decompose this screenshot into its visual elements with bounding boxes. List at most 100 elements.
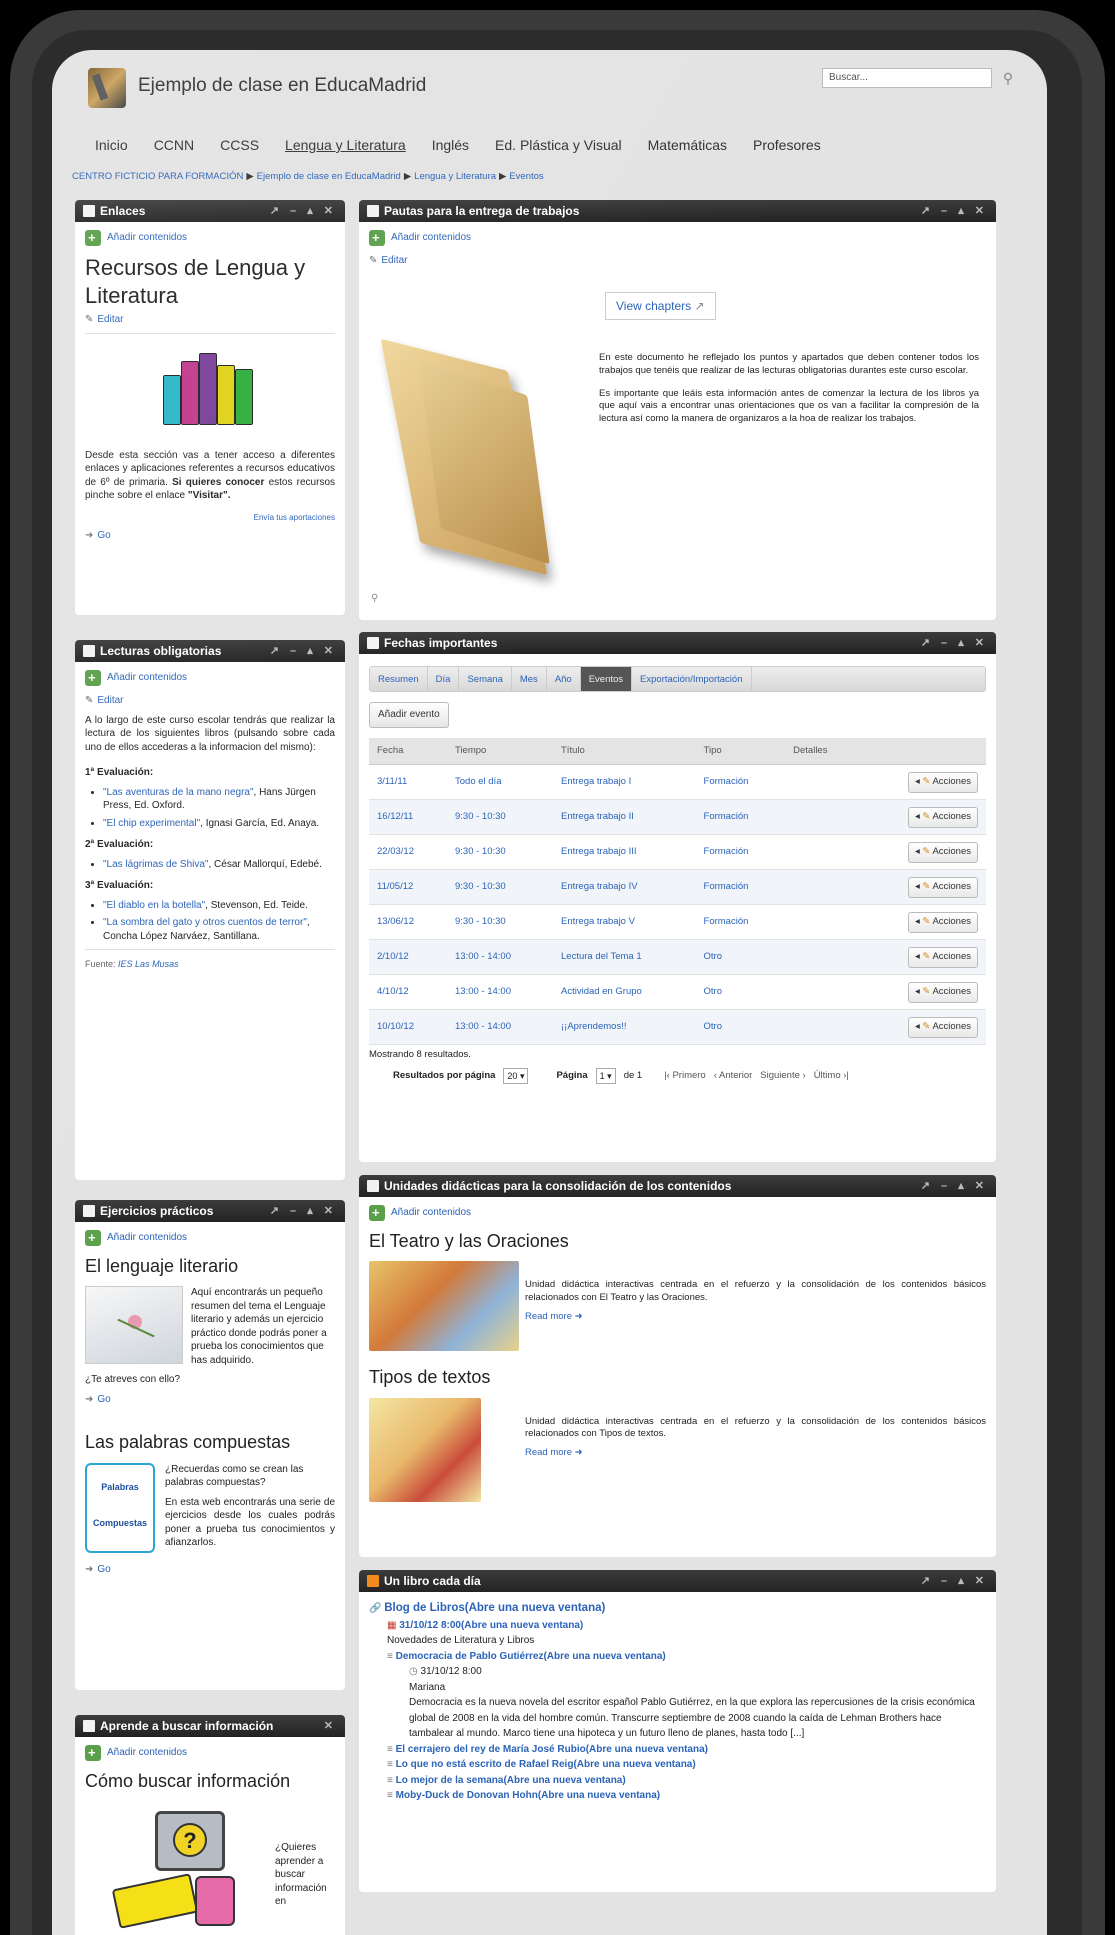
column-header[interactable]: Detalles: [785, 737, 860, 766]
breadcrumb-item[interactable]: CENTRO FICTICIO PARA FORMACIÓN: [72, 171, 243, 182]
cell-tiempo[interactable]: 9:30 - 10:30: [447, 799, 553, 836]
cell-tipo[interactable]: Otro: [695, 939, 786, 976]
book-link[interactable]: "Las aventuras de la mano negra": [103, 787, 254, 798]
read-more-link[interactable]: Read more ➜: [525, 1447, 986, 1460]
cell-titulo[interactable]: Actividad en Grupo: [553, 974, 696, 1011]
nav-ccnn[interactable]: CCNN: [141, 137, 207, 153]
go-link[interactable]: ➜ Go: [85, 529, 335, 543]
portlet-controls-icon[interactable]: ↗ – ▴ ✕: [921, 636, 988, 649]
portlet-controls-icon[interactable]: ↗ – ▴ ✕: [921, 1574, 988, 1587]
cell-tiempo[interactable]: 9:30 - 10:30: [447, 904, 553, 941]
actions-button[interactable]: ◂ ✎ Acciones: [907, 911, 978, 933]
cell-titulo[interactable]: Entrega trabajo V: [553, 904, 696, 941]
actions-button[interactable]: ◂ ✎ Acciones: [907, 771, 978, 793]
cell-fecha[interactable]: 4/10/12: [369, 974, 447, 1011]
cell-fecha[interactable]: 16/12/11: [369, 799, 447, 836]
cell-tiempo[interactable]: Todo el día: [447, 764, 553, 801]
cell-tipo[interactable]: Otro: [695, 974, 786, 1011]
cell-titulo[interactable]: Entrega trabajo II: [553, 799, 696, 836]
portlet-controls-icon[interactable]: ↗ – ▴ ✕: [270, 644, 337, 657]
book-link[interactable]: "Las lágrimas de Shiva": [103, 859, 208, 870]
search-icon[interactable]: ⚲: [997, 67, 1019, 89]
cell-tipo[interactable]: Formación: [695, 764, 786, 801]
nav-inicio[interactable]: Inicio: [82, 137, 141, 153]
page-select[interactable]: 1 ▾: [595, 1068, 616, 1085]
cell-tiempo[interactable]: 9:30 - 10:30: [447, 869, 553, 906]
portlet-controls-icon[interactable]: ↗ – ▴ ✕: [270, 204, 337, 217]
cell-tiempo[interactable]: 9:30 - 10:30: [447, 834, 553, 871]
feed-date-link[interactable]: ▦ 31/10/12 8:00(Abre una nueva ventana): [387, 1618, 986, 1634]
go-link[interactable]: ➜ Go: [85, 1563, 335, 1577]
tab-semana[interactable]: Semana: [459, 667, 512, 691]
zoom-icon[interactable]: ⚲: [371, 592, 378, 606]
tab-ano[interactable]: Año: [547, 667, 581, 691]
feed-item[interactable]: ≡ Moby-Duck de Donovan Hohn(Abre una nue…: [387, 1788, 986, 1804]
tab-dia[interactable]: Día: [428, 667, 460, 691]
contribute-link[interactable]: Envía tus aportaciones: [85, 513, 335, 524]
portlet-controls-icon[interactable]: ↗ – ▴ ✕: [921, 1179, 988, 1192]
cell-titulo[interactable]: Entrega trabajo IV: [553, 869, 696, 906]
add-content-link[interactable]: Añadir contenidos: [369, 1204, 986, 1222]
cell-titulo[interactable]: Entrega trabajo III: [553, 834, 696, 871]
cell-tipo[interactable]: Formación: [695, 904, 786, 941]
book-link[interactable]: "El diablo en la botella": [103, 900, 205, 911]
book-link[interactable]: "El chip experimental": [103, 818, 200, 829]
cell-fecha[interactable]: 22/03/12: [369, 834, 447, 871]
breadcrumb-item[interactable]: Eventos: [509, 171, 543, 182]
text-types-thumbnail[interactable]: [369, 1397, 481, 1502]
cell-fecha[interactable]: 2/10/12: [369, 939, 447, 976]
cell-fecha[interactable]: 3/11/11: [369, 764, 447, 801]
nav-plastica[interactable]: Ed. Plástica y Visual: [482, 137, 635, 153]
site-logo[interactable]: [88, 68, 126, 108]
go-link[interactable]: ➜ Go: [85, 1393, 335, 1407]
blog-link[interactable]: 🔗 Blog de Libros(Abre una nueva ventana): [369, 1600, 986, 1618]
tab-exportacion[interactable]: Exportación/Importación: [632, 667, 752, 691]
nav-profesores[interactable]: Profesores: [740, 137, 834, 153]
site-title[interactable]: Ejemplo de clase en EducaMadrid: [138, 75, 426, 97]
column-header[interactable]: Título: [553, 737, 696, 766]
add-content-link[interactable]: Añadir contenidos: [85, 1744, 335, 1762]
nav-ccss[interactable]: CCSS: [207, 137, 272, 153]
breadcrumb-item[interactable]: Lengua y Literatura: [414, 171, 496, 182]
feed-item[interactable]: ≡ Lo que no está escrito de Rafael Reig(…: [387, 1757, 986, 1773]
cell-tipo[interactable]: Formación: [695, 834, 786, 871]
prev-page-link[interactable]: ‹ Anterior: [714, 1070, 753, 1083]
read-more-link[interactable]: Read more ➜: [525, 1311, 986, 1324]
cell-tiempo[interactable]: 13:00 - 14:00: [447, 939, 553, 976]
edit-link[interactable]: ✎ Editar: [369, 254, 986, 268]
actions-button[interactable]: ◂ ✎ Acciones: [907, 1016, 978, 1038]
cell-fecha[interactable]: 11/05/12: [369, 869, 447, 906]
cell-tipo[interactable]: Formación: [695, 799, 786, 836]
actions-button[interactable]: ◂ ✎ Acciones: [907, 806, 978, 828]
nav-matematicas[interactable]: Matemáticas: [635, 137, 740, 153]
edit-link[interactable]: ✎ Editar: [85, 313, 335, 327]
per-page-select[interactable]: 20 ▾: [503, 1068, 529, 1085]
book-link[interactable]: "La sombra del gato y otros cuentos de t…: [103, 917, 307, 928]
add-content-link[interactable]: Añadir contenidos: [85, 669, 335, 687]
column-header[interactable]: Tipo: [695, 737, 786, 766]
cell-tiempo[interactable]: 13:00 - 14:00: [447, 974, 553, 1011]
cell-titulo[interactable]: Entrega trabajo I: [553, 764, 696, 801]
cell-tipo[interactable]: Formación: [695, 869, 786, 906]
nav-ingles[interactable]: Inglés: [419, 137, 482, 153]
column-header[interactable]: Fecha: [369, 737, 447, 766]
feed-item[interactable]: ≡ Democracia de Pablo Gutiérrez(Abre una…: [387, 1649, 986, 1665]
cell-tiempo[interactable]: 13:00 - 14:00: [447, 1009, 553, 1046]
tab-resumen[interactable]: Resumen: [370, 667, 428, 691]
add-content-link[interactable]: Añadir contenidos: [85, 229, 335, 247]
actions-button[interactable]: ◂ ✎ Acciones: [907, 946, 978, 968]
view-chapters-button[interactable]: View chapters ↗: [605, 292, 716, 321]
cell-titulo[interactable]: Lectura del Tema 1: [553, 939, 696, 976]
actions-button[interactable]: ◂ ✎ Acciones: [907, 876, 978, 898]
cell-tipo[interactable]: Otro: [695, 1009, 786, 1046]
cell-fecha[interactable]: 10/10/12: [369, 1009, 447, 1046]
portlet-controls-icon[interactable]: ↗ – ▴ ✕: [921, 204, 988, 217]
portlet-controls-icon[interactable]: ✕: [324, 1719, 337, 1732]
first-page-link[interactable]: |‹ Primero: [664, 1070, 706, 1083]
actions-button[interactable]: ◂ ✎ Acciones: [907, 981, 978, 1003]
breadcrumb-item[interactable]: Ejemplo de clase en EducaMadrid: [257, 171, 401, 182]
search-input[interactable]: Buscar...: [822, 68, 992, 88]
source-link[interactable]: IES Las Musas: [118, 959, 179, 969]
column-header[interactable]: Tiempo: [447, 737, 553, 766]
last-page-link[interactable]: Último ›|: [814, 1070, 849, 1083]
